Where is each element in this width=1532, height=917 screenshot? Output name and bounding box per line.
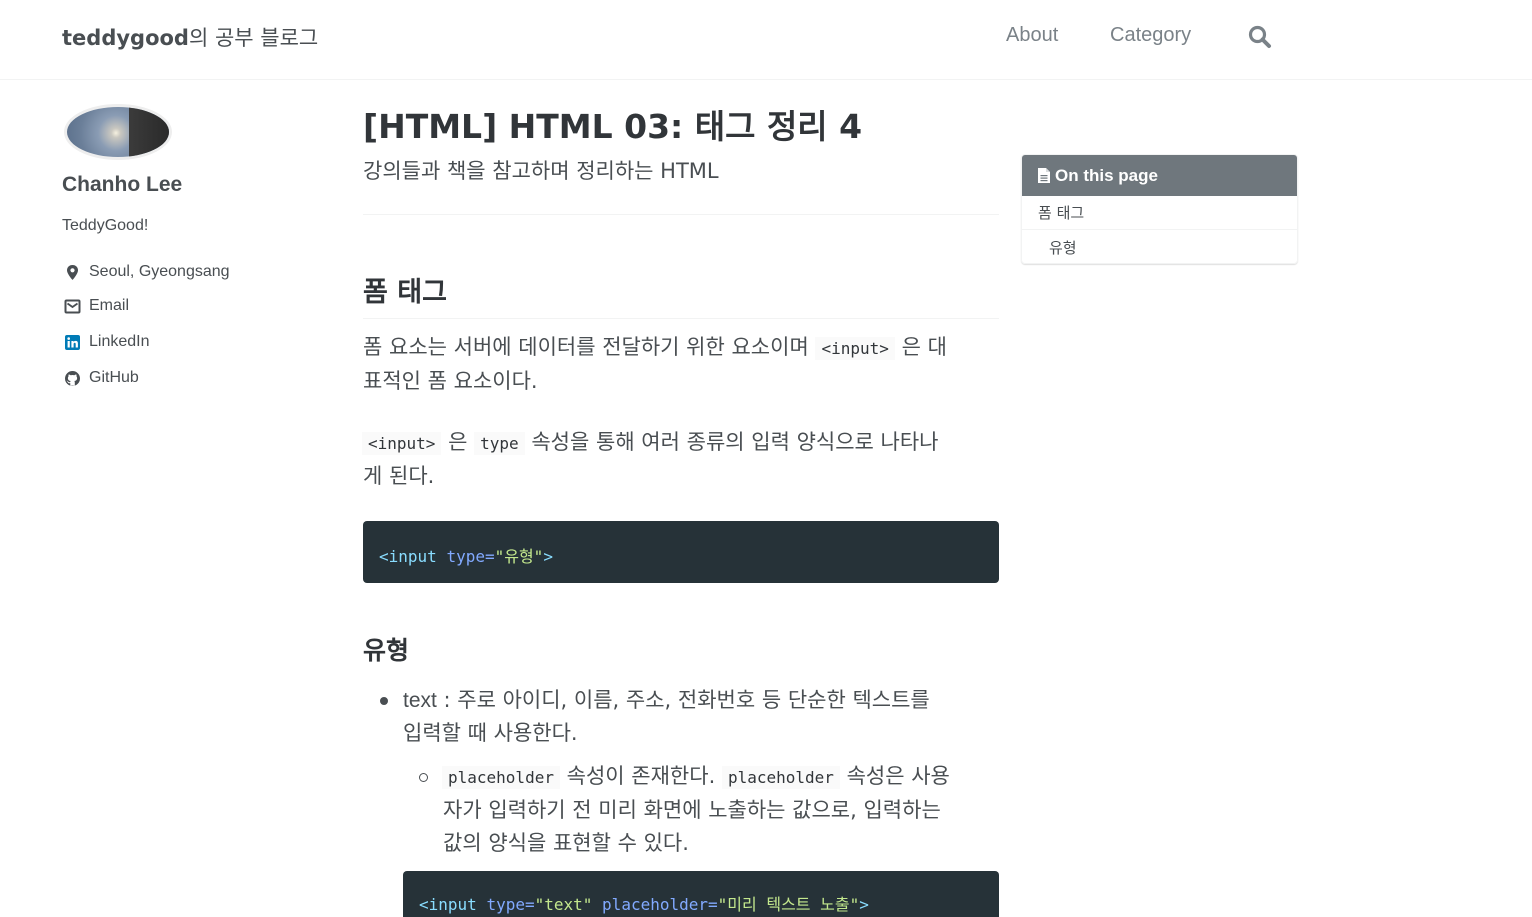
list-bullet [419, 773, 428, 782]
code-token: "text" [534, 895, 593, 914]
list-item-text: 속성은 사용 [846, 764, 950, 788]
author-email[interactable]: Email [64, 297, 129, 315]
nav-about[interactable]: About [1006, 24, 1058, 47]
list-item-text: 속성이 존재한다. [566, 764, 716, 788]
author-linkedin[interactable]: LinkedIn [64, 333, 150, 351]
paragraph-type: <input> 은 type 속성을 통해 여러 종류의 입력 양식으로 나타나… [362, 426, 1003, 493]
code-token: "미리 텍스트 노출" [717, 895, 860, 914]
github-icon [64, 370, 81, 387]
author-github-label: GitHub [89, 369, 139, 386]
code-token: <input [379, 547, 437, 566]
subheading-types: 유형 [363, 636, 410, 665]
toc-item-types[interactable]: 유형 [1022, 230, 1297, 263]
inline-code: type [474, 432, 525, 455]
search-icon[interactable] [1247, 24, 1273, 50]
code-token: > [859, 895, 869, 914]
inline-code: <input> [362, 432, 442, 455]
list-item: text : 주로 아이디, 이름, 주소, 전화번호 등 단순한 텍스트를 입… [403, 684, 1003, 750]
list-bullet [380, 697, 388, 705]
paragraph-text: 폼 요소는 서버에 데이터를 전달하기 위한 요소이며 [363, 335, 809, 359]
inline-code: placeholder [721, 766, 840, 789]
page-excerpt: 강의들과 책을 참고하며 정리하는 HTML [363, 159, 719, 183]
envelope-icon [64, 298, 81, 315]
list-item-term: text [403, 689, 437, 712]
nav-category[interactable]: Category [1110, 24, 1191, 47]
avatar [64, 104, 172, 160]
list-item-text: 값의 양식을 표현할 수 있다. [443, 831, 689, 855]
nested-list-item: placeholder 속성이 존재한다. placeholder 속성은 사용… [442, 760, 1003, 860]
code-token: placeholder [602, 895, 709, 914]
author-bio: TeddyGood! [62, 217, 149, 234]
code-block: <input type="유형"> [363, 521, 999, 583]
toc: On this page 폼 태그 유형 [1021, 154, 1298, 264]
code-token: "유형" [494, 547, 544, 566]
file-icon [1037, 167, 1051, 184]
paragraph-text: 게 된다. [363, 464, 435, 488]
toc-item-form-tag[interactable]: 폼 태그 [1022, 196, 1297, 230]
author-email-label: Email [89, 297, 130, 314]
divider [363, 318, 999, 319]
author-location-label: Seoul, Gyeongsang [89, 263, 230, 280]
map-marker-icon [64, 264, 81, 281]
code-token: > [543, 547, 553, 566]
toc-header-label: On this page [1055, 165, 1158, 185]
paragraph-intro: 폼 요소는 서버에 데이터를 전달하기 위한 요소이며 <input> 은 대 … [363, 331, 1003, 398]
inline-code: placeholder [442, 766, 560, 789]
code-token: = [484, 547, 495, 566]
linkedin-icon [64, 334, 81, 351]
inline-code: <input> [815, 337, 895, 360]
site-title-latin: teddygood [62, 26, 189, 50]
code-token: <input [419, 895, 477, 914]
list-item-text: : 주로 아이디, 이름, 주소, 전화번호 등 단순한 텍스트를 [436, 688, 930, 712]
author-linkedin-label: LinkedIn [89, 333, 150, 350]
site-title[interactable]: teddygood의 공부 블로그 [62, 22, 318, 52]
paragraph-text: 은 대 [901, 335, 947, 359]
author-location[interactable]: Seoul, Gyeongsang [64, 263, 230, 281]
code-token: type [446, 547, 485, 566]
code-token: type [486, 895, 525, 914]
section-heading-form-tag: 폼 태그 [363, 277, 447, 308]
masthead: teddygood의 공부 블로그 About Category [0, 0, 1532, 80]
list-item-text: 입력할 때 사용한다. [403, 721, 578, 745]
list-item-text: 자가 입력하기 전 미리 화면에 노출하는 값으로, 입력하는 [443, 798, 941, 822]
page-title: [HTML] HTML 03: 태그 정리 4 [363, 107, 863, 146]
paragraph-text: 표적인 폼 요소이다. [363, 369, 538, 393]
toc-header: On this page [1022, 155, 1297, 196]
paragraph-text: 은 [448, 430, 468, 454]
divider [363, 214, 999, 215]
author-name: Chanho Lee [62, 173, 183, 196]
paragraph-text: 속성을 통해 여러 종류의 입력 양식으로 나타나 [531, 430, 939, 454]
author-github[interactable]: GitHub [64, 369, 139, 387]
code-block: <input type="text" placeholder="미리 텍스트 노… [403, 871, 999, 917]
site-title-korean: 의 공부 블로그 [188, 26, 319, 50]
